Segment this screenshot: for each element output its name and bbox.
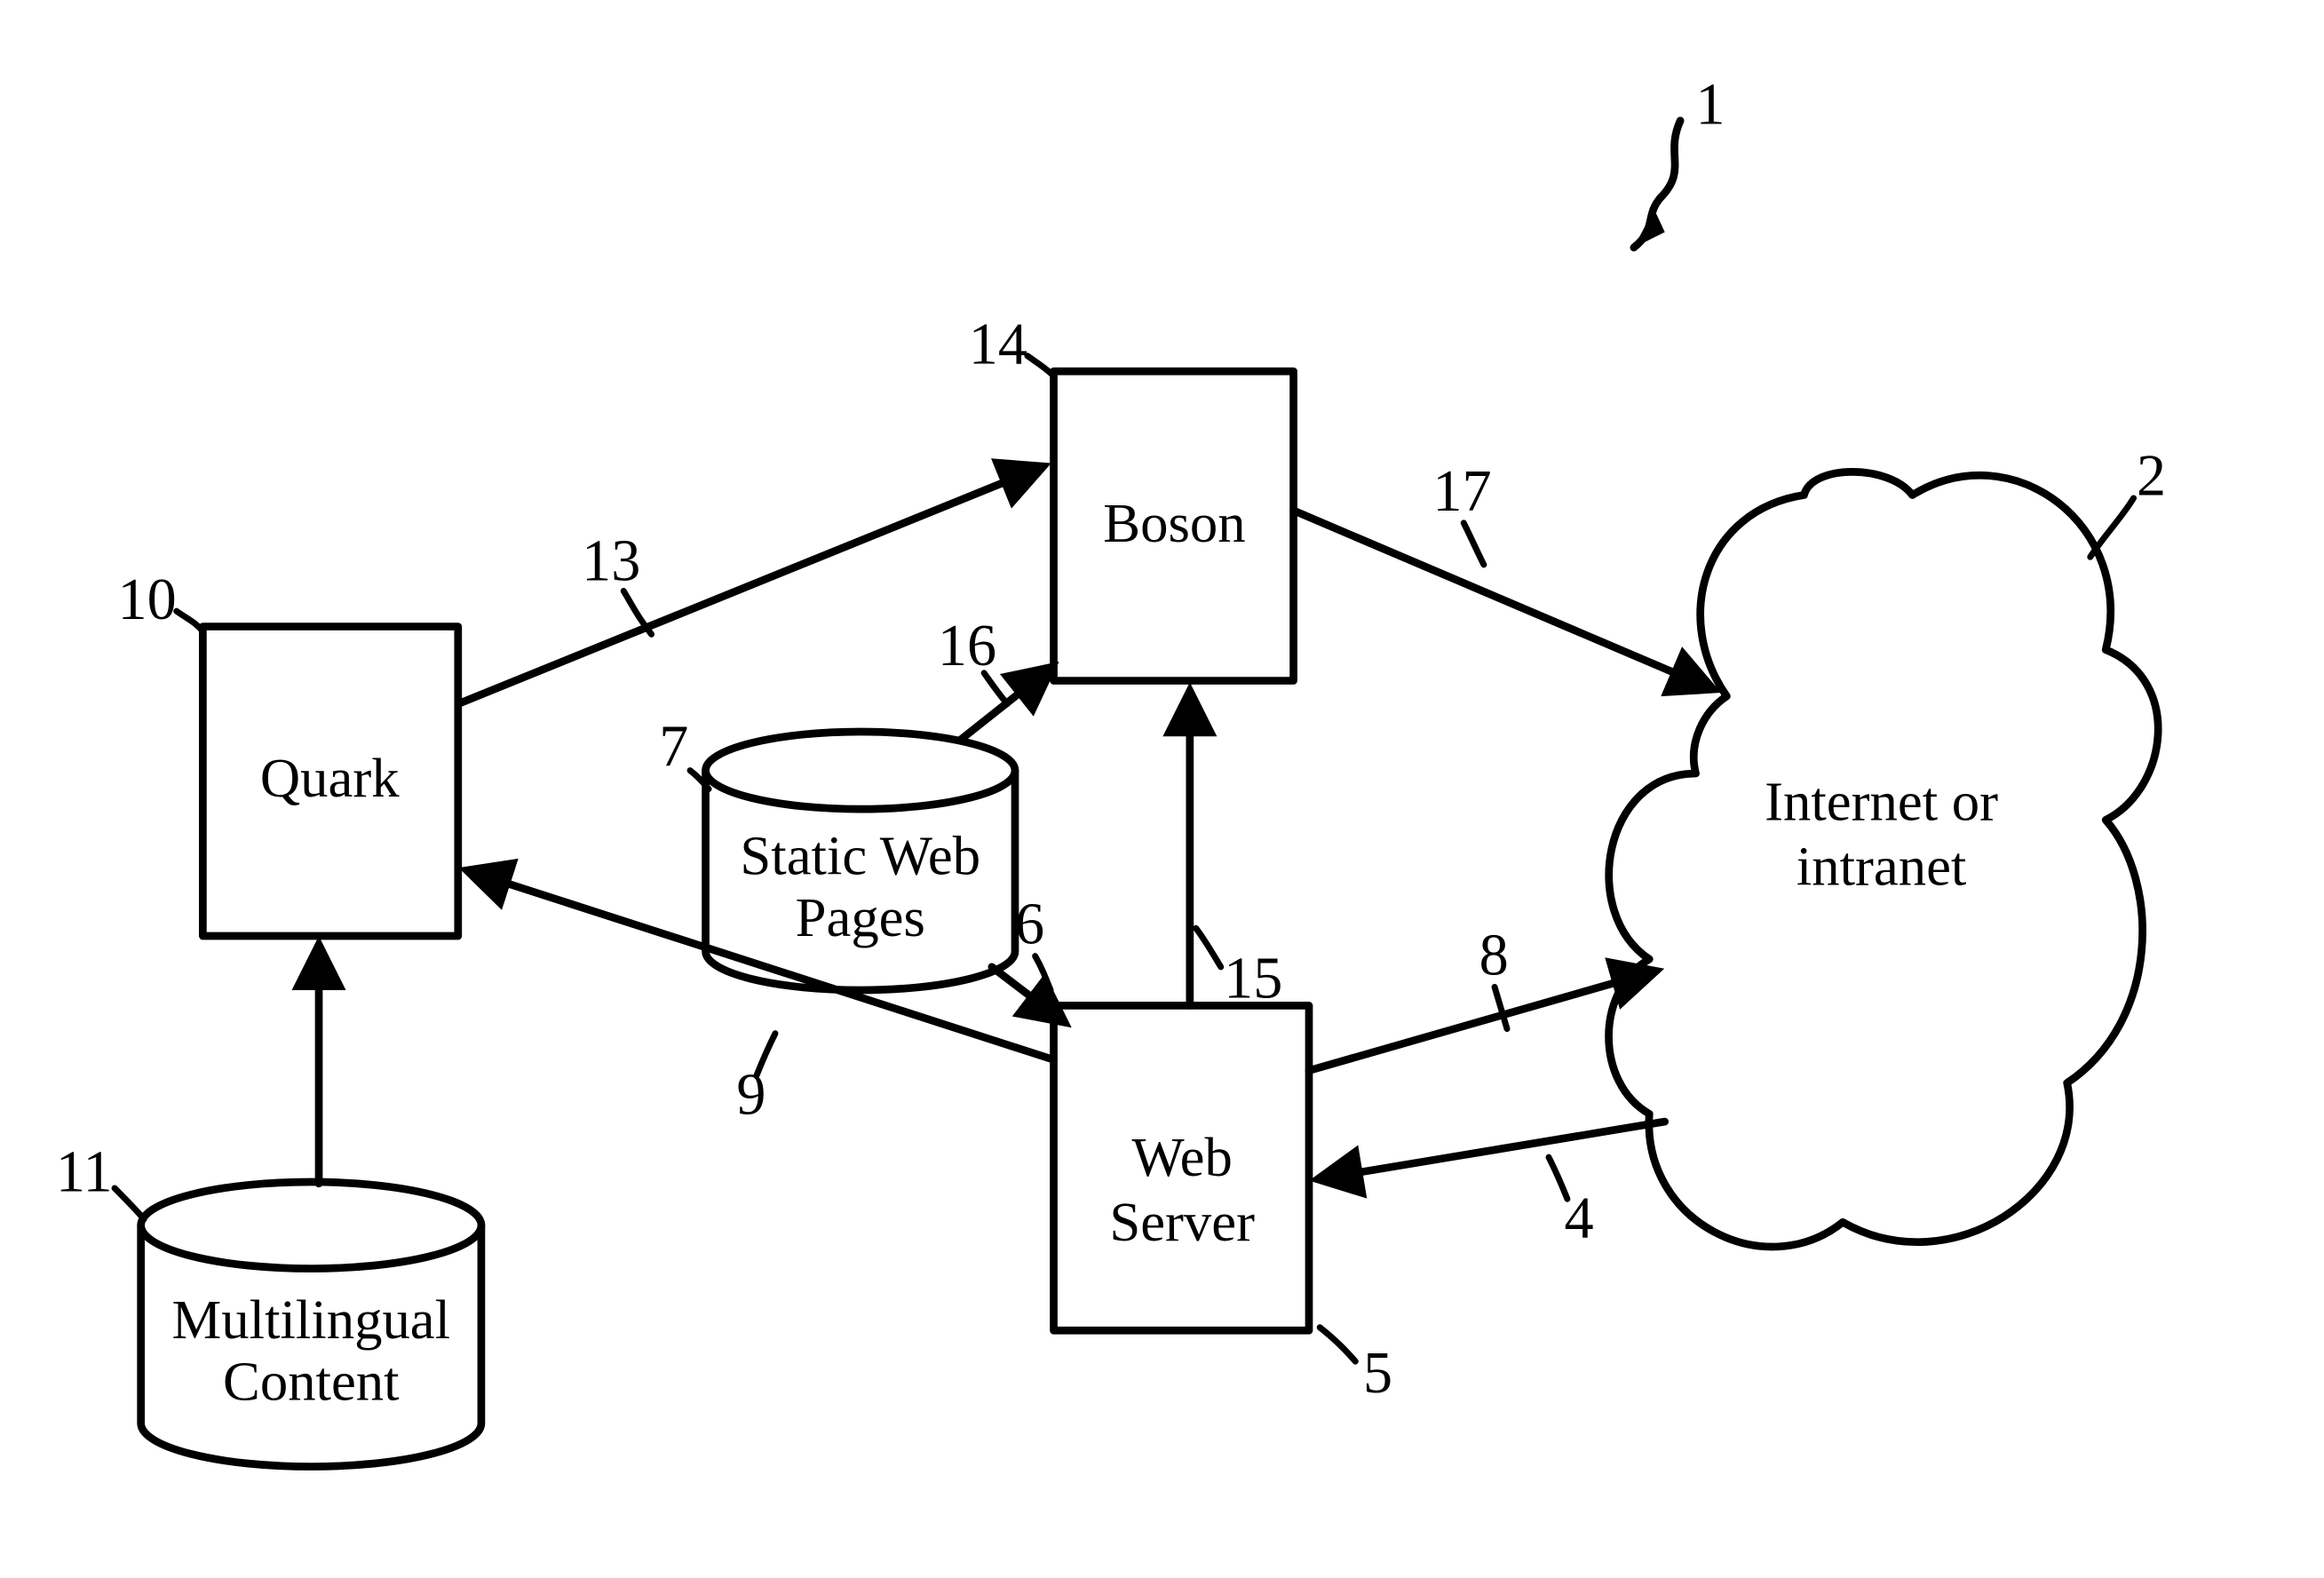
- svg-text:10: 10: [118, 567, 177, 632]
- ref-11: 11: [56, 1139, 144, 1218]
- node-multilingual-content: Multilingual Content: [141, 1182, 481, 1467]
- ref-6: 6: [1015, 892, 1051, 990]
- ref-17: 17: [1432, 459, 1491, 565]
- static-pages-label-1: Static Web: [740, 824, 980, 886]
- svg-text:6: 6: [1015, 892, 1044, 957]
- arrow-static-to-webserver: [992, 967, 1063, 1021]
- ref-8: 8: [1479, 924, 1509, 1029]
- web-server-label-1: Web: [1131, 1126, 1232, 1188]
- ref-7: 7: [659, 714, 709, 789]
- node-static-web-pages: Static Web Pages: [706, 732, 1015, 990]
- svg-text:2: 2: [2137, 443, 2166, 508]
- node-internet-cloud: Internet or intranet: [1609, 472, 2159, 1247]
- multilingual-label-2: Content: [223, 1351, 400, 1413]
- quark-label: Quark: [260, 747, 400, 809]
- ref-2: 2: [2090, 443, 2166, 557]
- ref-14: 14: [969, 312, 1054, 377]
- static-pages-label-2: Pages: [796, 886, 925, 948]
- svg-text:1: 1: [1696, 72, 1725, 137]
- ref-9: 9: [736, 1034, 775, 1128]
- node-boson: Boson: [1054, 371, 1294, 680]
- svg-text:9: 9: [736, 1062, 765, 1127]
- arrow-boson-to-cloud: [1294, 511, 1711, 688]
- boson-label: Boson: [1103, 492, 1245, 554]
- web-server-label-2: Server: [1109, 1191, 1255, 1253]
- ref-16: 16: [938, 614, 1007, 704]
- svg-text:13: 13: [582, 528, 640, 593]
- ref-1: 1: [1634, 72, 1725, 247]
- ref-5: 5: [1320, 1328, 1392, 1406]
- svg-text:5: 5: [1363, 1341, 1392, 1406]
- svg-text:7: 7: [659, 714, 688, 779]
- svg-text:8: 8: [1479, 924, 1509, 988]
- arrow-cloud-to-webserver: [1320, 1122, 1665, 1178]
- svg-text:17: 17: [1432, 459, 1491, 524]
- system-diagram: Quark Boson Web Server Static Web Pages …: [0, 0, 2324, 1578]
- arrow-webserver-to-quark: [469, 871, 1054, 1060]
- ref-13: 13: [582, 528, 651, 634]
- cloud-label-2: intranet: [1797, 836, 1967, 898]
- cloud-label-1: Internet or: [1765, 770, 1998, 832]
- ref-15: 15: [1196, 928, 1283, 1011]
- svg-text:15: 15: [1224, 947, 1282, 1011]
- node-quark: Quark: [202, 627, 457, 936]
- node-web-server: Web Server: [1054, 1005, 1309, 1330]
- ref-10: 10: [118, 567, 203, 632]
- svg-text:11: 11: [56, 1139, 113, 1204]
- multilingual-label-1: Multilingual: [172, 1289, 451, 1351]
- svg-text:16: 16: [938, 614, 996, 678]
- ref-4: 4: [1549, 1157, 1594, 1251]
- svg-text:14: 14: [969, 312, 1027, 377]
